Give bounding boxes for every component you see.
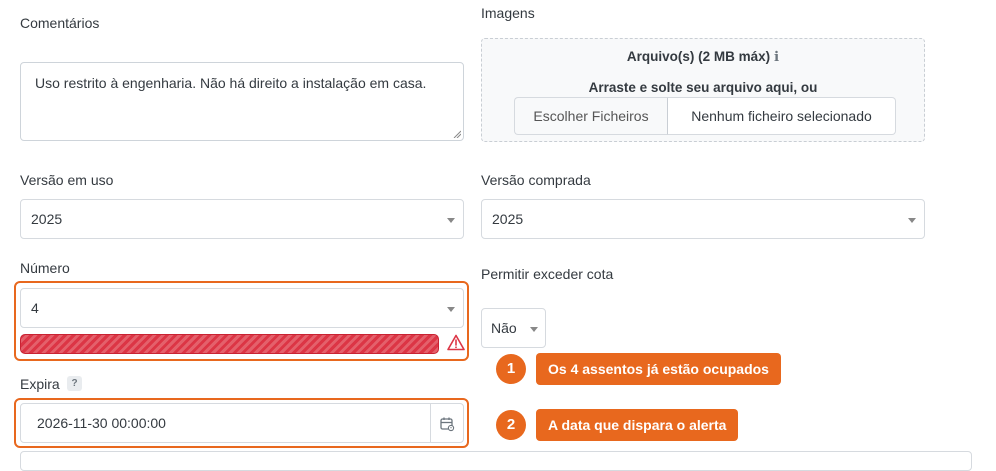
no-file-selected: Nenhum ficheiro selecionado	[667, 97, 896, 135]
chevron-down-icon	[530, 327, 538, 332]
version-in-use-value: 2025	[31, 211, 63, 227]
version-bought-select[interactable]: 2025	[481, 199, 925, 239]
choose-files-button[interactable]: Escolher Ficheiros	[514, 97, 667, 135]
allow-exceed-select[interactable]: Não	[481, 308, 546, 348]
allow-exceed-value: Não	[491, 320, 517, 336]
number-select[interactable]: 4	[20, 288, 464, 328]
resize-grip-icon[interactable]	[453, 130, 461, 138]
callout-2-number: 2	[496, 410, 526, 440]
calendar-icon[interactable]	[439, 416, 455, 432]
chevron-down-icon	[447, 307, 455, 312]
allow-exceed-label: Permitir exceder cota	[481, 266, 614, 282]
number-value: 4	[31, 300, 39, 316]
dropzone-hint: Arraste e solte seu arquivo aqui, ou	[588, 80, 818, 95]
expires-input[interactable]: 2026-11-30 00:00:00	[20, 403, 464, 443]
seat-usage-alert-bar	[20, 334, 439, 354]
dropzone-title-text: Arquivo(s) (2 MB máx)	[626, 49, 771, 64]
image-dropzone[interactable]: Arquivo(s) (2 MB máx) ℹ Arraste e solte …	[481, 38, 925, 142]
version-bought-label: Versão comprada	[481, 172, 591, 188]
callout-1-number: 1	[496, 354, 526, 384]
version-in-use-select[interactable]: 2025	[20, 199, 464, 239]
callout-1-text: Os 4 assentos já estão ocupados	[536, 353, 781, 385]
next-field-box	[20, 451, 972, 471]
comments-label: Comentários	[20, 15, 100, 31]
comments-text: Uso restrito à engenharia. Não há direit…	[35, 75, 427, 91]
images-label: Imagens	[481, 5, 535, 21]
expires-label: Expira	[20, 376, 60, 392]
input-divider	[430, 404, 431, 442]
warning-triangle-icon	[447, 334, 465, 351]
chevron-down-icon	[447, 218, 455, 223]
version-bought-value: 2025	[492, 211, 524, 227]
comments-textarea[interactable]: Uso restrito à engenharia. Não há direit…	[20, 62, 464, 141]
number-label: Número	[20, 260, 70, 276]
version-in-use-label: Versão em uso	[20, 172, 114, 188]
chevron-down-icon	[908, 218, 916, 223]
info-icon: ℹ	[773, 49, 780, 64]
callout-2-text: A data que dispara o alerta	[536, 409, 739, 441]
help-icon[interactable]: ?	[67, 376, 82, 391]
expires-value: 2026-11-30 00:00:00	[37, 415, 166, 431]
dropzone-title: Arquivo(s) (2 MB máx) ℹ	[482, 49, 924, 65]
